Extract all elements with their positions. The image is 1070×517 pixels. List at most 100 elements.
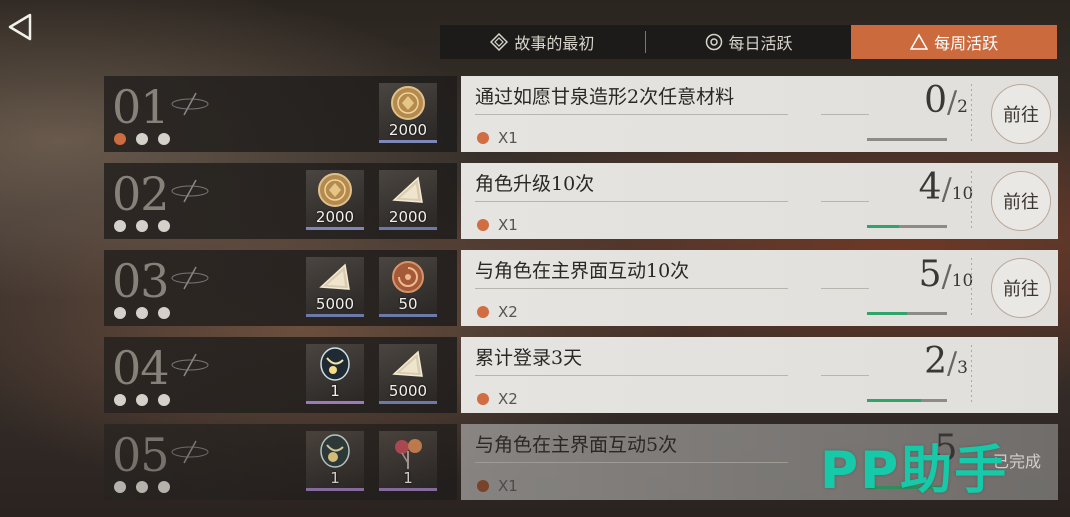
- reward-count: 2000: [315, 208, 355, 226]
- fraction-slash: /: [946, 85, 958, 120]
- divider: [821, 288, 869, 289]
- dot: [114, 394, 126, 406]
- divider: [475, 114, 788, 115]
- tab-story-beginning[interactable]: 故事的最初: [440, 25, 645, 59]
- dot: [158, 220, 170, 232]
- task-number: 03: [112, 254, 170, 308]
- reward-count: 1: [330, 382, 340, 400]
- task-panel: 通过如愿甘泉造形2次任意材料 X1 0/2 前往: [461, 76, 1058, 152]
- divider: [821, 201, 869, 202]
- divider: [475, 375, 788, 376]
- reward-panel: 01 2000: [104, 76, 457, 152]
- reward-item[interactable]: 2000: [379, 170, 437, 230]
- ammonite-icon: [392, 261, 424, 293]
- orbit-slash-icon: [171, 179, 209, 203]
- divider: [821, 114, 869, 115]
- reward-item[interactable]: 1: [379, 431, 437, 491]
- progress-dots: [114, 481, 170, 493]
- task-title: 累计登录3天: [475, 347, 583, 369]
- watermark-logo: PP助手: [820, 441, 1009, 501]
- flower-charm-icon: [395, 439, 422, 469]
- progress-bar: [867, 138, 947, 141]
- multiplier-dot: [477, 219, 489, 231]
- dot: [114, 307, 126, 319]
- reward-item[interactable]: 2000: [306, 170, 364, 230]
- task-multiplier: X1: [498, 216, 518, 234]
- reward-item[interactable]: 1: [306, 431, 364, 491]
- dot: [158, 133, 170, 145]
- crystal-shard-icon: [319, 263, 350, 290]
- divider: [821, 375, 869, 376]
- task-multiplier: X2: [498, 303, 518, 321]
- reward-item[interactable]: 2000: [379, 83, 437, 143]
- progress-bar: [867, 399, 947, 402]
- orbit-slash-icon: [171, 92, 209, 116]
- reward-item[interactable]: 50: [379, 257, 437, 317]
- task-title: 角色升级10次: [475, 173, 595, 195]
- dot: [158, 481, 170, 493]
- task-number: 05: [112, 428, 170, 482]
- orbit-slash-icon: [171, 266, 209, 290]
- tab-weekly-active[interactable]: 每周活跃: [851, 25, 1058, 59]
- back-button[interactable]: [6, 12, 34, 42]
- go-button[interactable]: 前往: [991, 84, 1051, 144]
- orbit-slash-icon: [171, 353, 209, 377]
- divider: [475, 288, 788, 289]
- task-panel: 累计登录3天 X2 2/3: [461, 337, 1058, 413]
- dashed-divider: [971, 345, 972, 403]
- task-panel: 角色升级10次 X1 4/10 前往: [461, 163, 1058, 239]
- progress-bar: [867, 225, 947, 228]
- dot: [136, 394, 148, 406]
- tab-daily-active[interactable]: 每日活跃: [646, 25, 852, 59]
- progress-total: 2: [957, 97, 968, 117]
- tab-bar: 故事的最初 每日活跃 每周活跃: [440, 25, 1058, 59]
- reward-panel: 03 5000 50: [104, 250, 457, 326]
- progress-total: 3: [957, 358, 968, 378]
- progress-bar: [867, 312, 947, 315]
- multiplier-dot: [477, 480, 489, 492]
- dot: [136, 307, 148, 319]
- reward-count: 1: [403, 469, 413, 487]
- diamond-icon: [490, 33, 509, 51]
- task-title: 与角色在主界面互动5次: [475, 434, 678, 456]
- dashed-divider: [971, 258, 972, 316]
- reward-panel: 05 1 1: [104, 424, 457, 500]
- progress-current: 0: [924, 80, 947, 121]
- task-number: 04: [112, 341, 170, 395]
- dot: [158, 394, 170, 406]
- dot: [158, 307, 170, 319]
- task-row: 04 1 5000 累计登录3天 X2 2/3: [104, 337, 1058, 413]
- task-multiplier: X2: [498, 390, 518, 408]
- dot: [136, 133, 148, 145]
- reward-item[interactable]: 5000: [379, 344, 437, 404]
- task-title: 通过如愿甘泉造形2次任意材料: [475, 86, 735, 108]
- reward-item[interactable]: 1: [306, 344, 364, 404]
- divider: [475, 201, 788, 202]
- reward-panel: 04 1 5000: [104, 337, 457, 413]
- task-number: 01: [112, 80, 170, 134]
- task-title: 与角色在主界面互动10次: [475, 260, 690, 282]
- progress-fill: [867, 399, 921, 402]
- task-multiplier: X1: [498, 477, 518, 495]
- reward-item[interactable]: 5000: [306, 257, 364, 317]
- multiplier-dot: [477, 306, 489, 318]
- dashed-divider: [971, 84, 972, 142]
- task-row: 02 2000 2000 角色升级10次 X1 4/10 前往: [104, 163, 1058, 239]
- multiplier-dot: [477, 393, 489, 405]
- progress-current: 4: [918, 167, 942, 208]
- dot: [114, 220, 126, 232]
- go-button[interactable]: 前往: [991, 258, 1051, 318]
- go-button[interactable]: 前往: [991, 171, 1051, 231]
- dashed-divider: [971, 171, 972, 229]
- dot: [136, 481, 148, 493]
- task-number: 02: [112, 167, 170, 221]
- progress-dots: [114, 394, 170, 406]
- progress-current: 2: [924, 341, 947, 382]
- reward-panel: 02 2000 2000: [104, 163, 457, 239]
- orbit-slash-icon: [171, 440, 209, 464]
- multiplier-dot: [477, 132, 489, 144]
- task-row: 01 2000 通过如愿甘泉造形2次任意材料 X1 0/2 前往: [104, 76, 1058, 152]
- progress-dots: [114, 133, 170, 145]
- reward-count: 5000: [315, 295, 355, 313]
- divider: [475, 462, 788, 463]
